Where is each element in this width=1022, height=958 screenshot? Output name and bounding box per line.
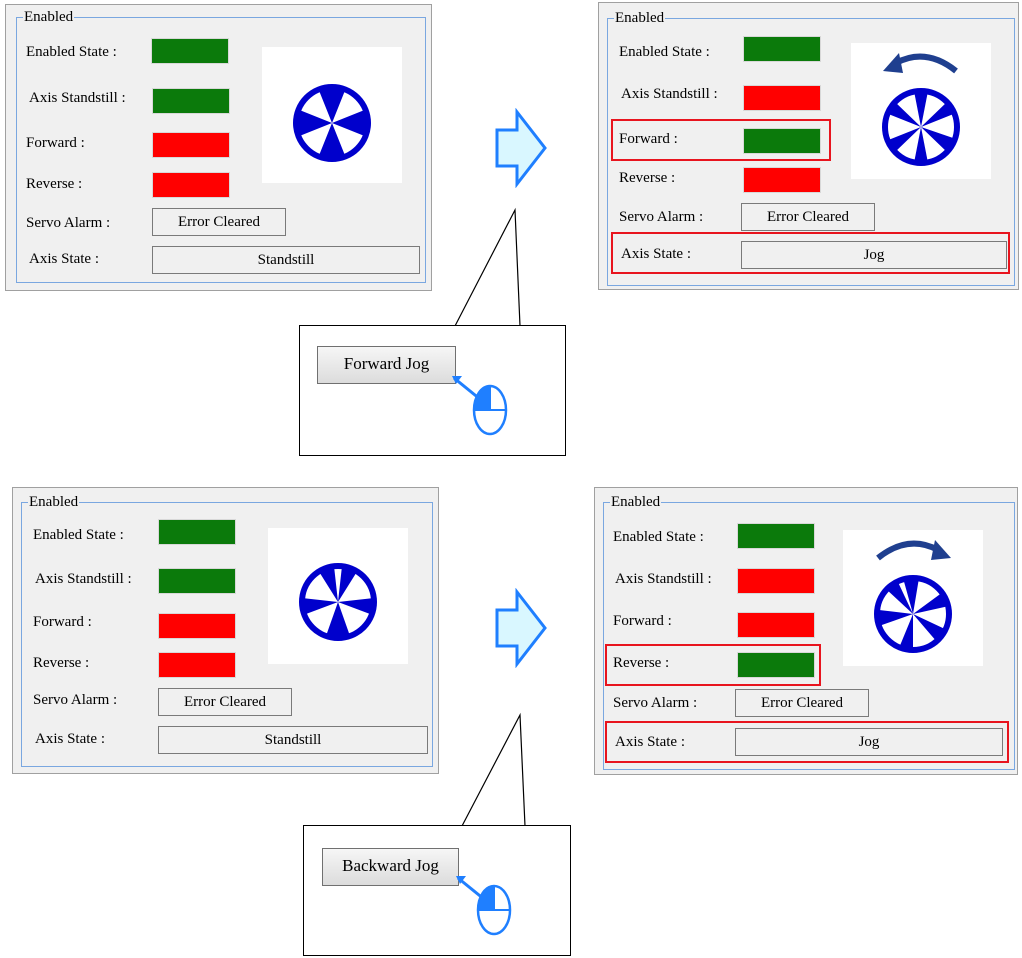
axis-state-label: Axis State : (615, 734, 685, 750)
wheel-icon (299, 563, 377, 641)
panel-forward-jog-active: Enabled Enabled State : Axis Standstill … (598, 2, 1019, 290)
servo-alarm-label: Servo Alarm : (613, 695, 698, 711)
axis-standstill-label: Axis Standstill : (615, 571, 712, 587)
axis-state-display: Standstill (158, 726, 428, 754)
axis-standstill-lamp (743, 85, 821, 111)
reverse-label: Reverse : (613, 655, 670, 671)
axis-state-label: Axis State : (621, 246, 691, 262)
panel-standstill-before-forward: Enabled Enabled State : Axis Standstill … (5, 4, 432, 291)
reverse-lamp (158, 652, 236, 678)
forward-lamp (152, 132, 230, 158)
group-title: Enabled (23, 9, 75, 25)
reverse-label: Reverse : (26, 176, 83, 192)
enabled-state-lamp (743, 36, 821, 62)
forward-label: Forward : (613, 613, 672, 629)
axis-state-label: Axis State : (29, 251, 99, 267)
enabled-state-label: Enabled State : (613, 529, 704, 545)
mouse-left-click-icon (452, 376, 508, 436)
rotation-ccw-arrow-icon (883, 53, 958, 74)
axis-standstill-lamp (737, 568, 815, 594)
enabled-state-label: Enabled State : (26, 44, 117, 60)
forward-label: Forward : (33, 614, 92, 630)
wheel-display (268, 528, 408, 664)
axis-standstill-lamp (158, 568, 236, 594)
axis-standstill-label: Axis Standstill : (621, 86, 718, 102)
transition-arrow-icon (495, 588, 547, 668)
forward-jog-callout: Forward Jog (299, 325, 566, 456)
servo-alarm-display: Error Cleared (152, 208, 286, 236)
forward-label: Forward : (26, 135, 85, 151)
forward-label: Forward : (619, 131, 678, 147)
axis-state-display: Jog (735, 728, 1003, 756)
enabled-state-lamp (158, 519, 236, 545)
reverse-lamp (737, 652, 815, 678)
wheel-icon (293, 84, 371, 162)
group-title: Enabled (28, 494, 80, 510)
rotation-cw-arrow-icon (876, 540, 951, 561)
forward-lamp (737, 612, 815, 638)
servo-alarm-display: Error Cleared (158, 688, 292, 716)
axis-state-display: Jog (741, 241, 1007, 269)
group-title: Enabled (614, 10, 666, 26)
axis-state-display: Standstill (152, 246, 420, 274)
group-title: Enabled (610, 494, 662, 510)
backward-jog-callout: Backward Jog (303, 825, 571, 956)
wheel-display (851, 43, 991, 179)
reverse-lamp (152, 172, 230, 198)
forward-lamp (158, 613, 236, 639)
servo-alarm-label: Servo Alarm : (26, 215, 111, 231)
enabled-state-lamp (151, 38, 229, 64)
enabled-state-label: Enabled State : (619, 44, 710, 60)
transition-arrow-icon (495, 108, 547, 188)
servo-alarm-label: Servo Alarm : (619, 209, 704, 225)
enabled-state-label: Enabled State : (33, 527, 124, 543)
axis-standstill-lamp (152, 88, 230, 114)
servo-alarm-display: Error Cleared (735, 689, 869, 717)
reverse-label: Reverse : (33, 655, 90, 671)
backward-jog-button[interactable]: Backward Jog (322, 848, 459, 886)
axis-standstill-label: Axis Standstill : (35, 571, 132, 587)
servo-alarm-label: Servo Alarm : (33, 692, 118, 708)
wheel-display (262, 47, 402, 183)
forward-lamp (743, 128, 821, 154)
enabled-state-lamp (737, 523, 815, 549)
wheel-display (843, 530, 983, 666)
mouse-left-click-icon (456, 876, 512, 936)
axis-standstill-label: Axis Standstill : (29, 90, 126, 106)
forward-jog-button[interactable]: Forward Jog (317, 346, 456, 384)
axis-state-label: Axis State : (35, 731, 105, 747)
reverse-lamp (743, 167, 821, 193)
servo-alarm-display: Error Cleared (741, 203, 875, 231)
panel-standstill-before-backward: Enabled Enabled State : Axis Standstill … (12, 487, 439, 774)
panel-backward-jog-active: Enabled Enabled State : Axis Standstill … (594, 487, 1018, 775)
reverse-label: Reverse : (619, 170, 676, 186)
